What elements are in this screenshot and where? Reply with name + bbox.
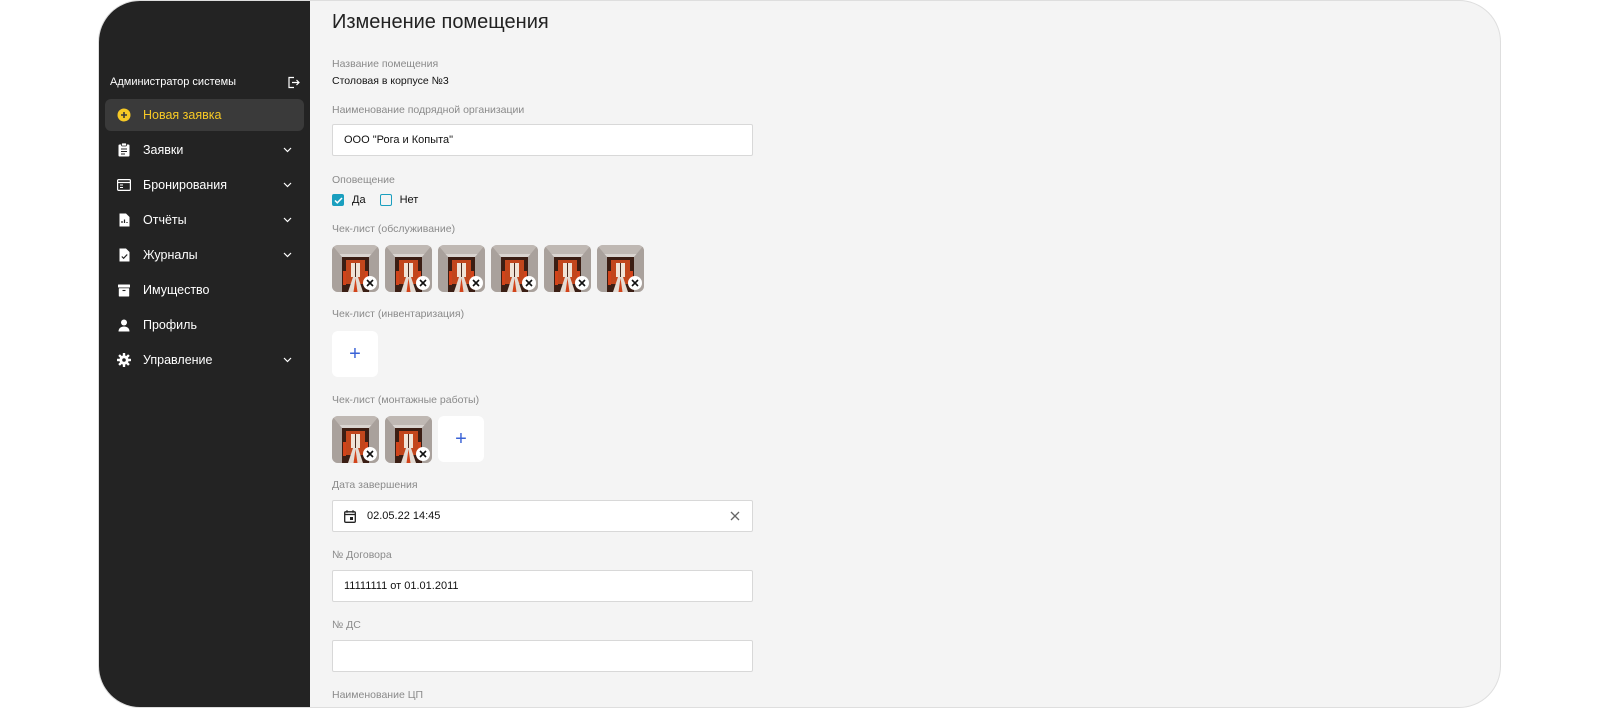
cp-name-label: Наименование ЦП <box>332 689 424 701</box>
contractor-label: Наименование подрядной организации <box>332 104 525 116</box>
checklist-inventory-label: Чек-лист (инвентаризация) <box>332 308 465 320</box>
checklist-photo-thumbnail[interactable] <box>491 245 538 292</box>
remove-photo-button[interactable] <box>416 447 430 461</box>
plus-circle-icon <box>117 108 131 122</box>
sidebar-item-label: Новая заявка <box>143 108 222 122</box>
room-name-label: Название помещения <box>332 58 439 70</box>
chevron-down-icon <box>282 180 292 190</box>
close-icon <box>525 279 533 287</box>
checklist-photo-thumbnail[interactable] <box>332 245 379 292</box>
checklist-install-label: Чек-лист (монтажные работы) <box>332 394 480 406</box>
contractor-input[interactable]: ООО "Рога и Копыта" <box>332 124 753 156</box>
chevron-down-icon <box>282 145 292 155</box>
checklist-photo-thumbnail[interactable] <box>332 416 379 463</box>
remove-photo-button[interactable] <box>522 276 536 290</box>
chevron-down-icon <box>282 355 292 365</box>
calendar-icon <box>344 509 358 523</box>
close-icon <box>366 279 374 287</box>
remove-photo-button[interactable] <box>628 276 642 290</box>
notification-yes-checkbox[interactable] <box>332 194 344 206</box>
sidebar-item-label: Имущество <box>143 283 210 297</box>
checklist-inventory-photos: + <box>332 331 378 377</box>
remove-photo-button[interactable] <box>363 447 377 461</box>
checklist-photo-thumbnail[interactable] <box>544 245 591 292</box>
end-date-label: Дата завершения <box>332 479 418 491</box>
sidebar-item-management[interactable]: Управление <box>105 344 304 376</box>
close-icon <box>419 450 427 458</box>
sidebar-item-label: Заявки <box>143 143 184 157</box>
contract-label: № Договора <box>332 549 392 561</box>
end-date-value: 02.05.22 14:45 <box>367 510 441 522</box>
user-row: Администратор системы <box>110 74 300 90</box>
remove-photo-button[interactable] <box>416 276 430 290</box>
add-photo-button[interactable]: + <box>332 331 378 377</box>
checklist-photo-thumbnail[interactable] <box>438 245 485 292</box>
end-date-input[interactable]: 02.05.22 14:45 <box>332 500 753 532</box>
sidebar-item-bookings[interactable]: Бронирования <box>105 169 304 201</box>
logout-icon[interactable] <box>286 75 300 89</box>
ds-input[interactable] <box>332 640 753 672</box>
sidebar-item-profile[interactable]: Профиль <box>105 309 304 341</box>
notification-yes-label: Да <box>352 194 366 206</box>
main-content: Изменение помещения Название помещения С… <box>310 1 1500 707</box>
close-icon <box>472 279 480 287</box>
app-window: Администратор системы Новая заявка Заявк… <box>98 0 1501 708</box>
sidebar-item-label: Бронирования <box>143 178 228 192</box>
add-photo-button[interactable]: + <box>438 416 484 462</box>
ds-label: № ДС <box>332 619 361 631</box>
notification-label: Оповещение <box>332 174 395 186</box>
sidebar-item-label: Управление <box>143 353 213 367</box>
notification-no-label: Нет <box>399 194 419 206</box>
contract-value: 11111111 от 01.01.2011 <box>344 580 459 592</box>
journal-file-icon <box>117 248 131 262</box>
gear-icon <box>117 353 131 367</box>
checklist-service-photos <box>332 245 650 292</box>
notification-no-checkbox[interactable] <box>379 194 392 206</box>
sidebar-item-label: Отчёты <box>143 213 187 227</box>
close-icon <box>578 279 586 287</box>
sidebar-item-new-request[interactable]: Новая заявка <box>105 99 304 131</box>
close-icon <box>631 279 639 287</box>
page-title: Изменение помещения <box>332 11 549 33</box>
sidebar-item-label: Профиль <box>143 318 197 332</box>
archive-box-icon <box>117 283 131 297</box>
report-file-icon <box>117 213 131 227</box>
sidebar-item-property[interactable]: Имущество <box>105 274 304 306</box>
checklist-service-label: Чек-лист (обслуживание) <box>332 223 456 235</box>
sidebar-item-reports[interactable]: Отчёты <box>105 204 304 236</box>
clipboard-icon <box>117 143 131 157</box>
calendar-window-icon <box>117 178 131 192</box>
close-icon <box>419 279 427 287</box>
sidebar-item-label: Журналы <box>143 248 198 262</box>
remove-photo-button[interactable] <box>575 276 589 290</box>
close-icon <box>366 450 374 458</box>
user-icon <box>117 318 131 332</box>
checklist-photo-thumbnail[interactable] <box>385 416 432 463</box>
notification-options: Да Нет <box>332 194 432 206</box>
remove-photo-button[interactable] <box>363 276 377 290</box>
user-name: Администратор системы <box>110 76 237 88</box>
sidebar-item-journals[interactable]: Журналы <box>105 239 304 271</box>
checklist-photo-thumbnail[interactable] <box>597 245 644 292</box>
chevron-down-icon <box>282 250 292 260</box>
chevron-down-icon <box>282 215 292 225</box>
checklist-install-photos: + <box>332 416 484 463</box>
sidebar-item-requests[interactable]: Заявки <box>105 134 304 166</box>
sidebar-nav: Новая заявка Заявки Бронирования Отчёты … <box>105 99 304 379</box>
close-icon[interactable] <box>729 510 741 522</box>
contractor-value: ООО "Рога и Копыта" <box>344 134 454 146</box>
room-name-value: Столовая в корпусе №3 <box>332 75 449 87</box>
contract-input[interactable]: 11111111 от 01.01.2011 <box>332 570 753 602</box>
remove-photo-button[interactable] <box>469 276 483 290</box>
sidebar: Администратор системы Новая заявка Заявк… <box>99 1 310 707</box>
checklist-photo-thumbnail[interactable] <box>385 245 432 292</box>
